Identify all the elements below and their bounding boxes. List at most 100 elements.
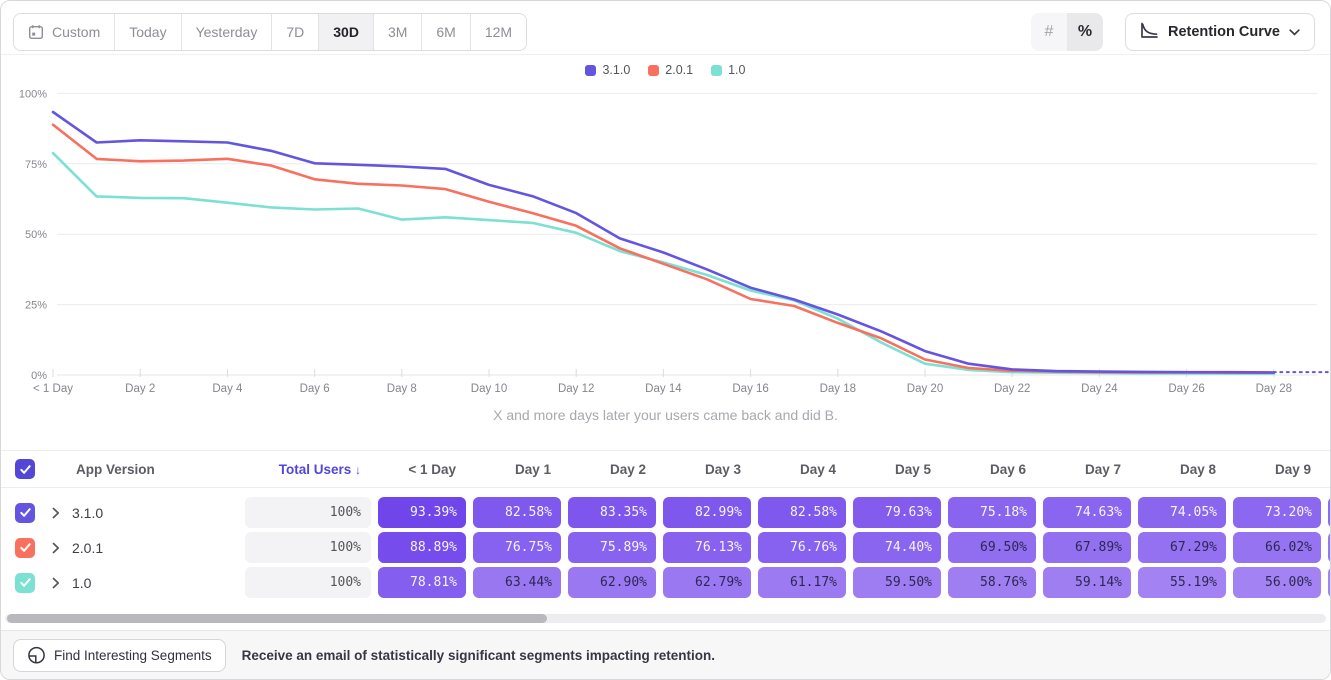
footer-message: Receive an email of statistically signif… (242, 648, 715, 663)
chart-type-label: Retention Curve (1168, 24, 1280, 40)
absolute-numbers-toggle[interactable]: # (1031, 13, 1067, 51)
date-range-label: Today (129, 24, 166, 40)
retention-cell[interactable]: 75.89% (568, 532, 656, 563)
x-axis-tick-label: Day 6 (300, 383, 330, 395)
chevron-down-icon (1289, 24, 1300, 40)
legend-swatch (711, 65, 722, 76)
chart-legend: 3.1.0 2.0.1 1.0 (1, 63, 1330, 77)
retention-cell[interactable]: 62.79% (663, 567, 751, 598)
retention-cell[interactable]: 58.76% (948, 567, 1036, 598)
retention-cell[interactable]: 69.50% (948, 532, 1036, 563)
calendar-icon (28, 24, 44, 40)
expand-row-chevron-icon[interactable] (52, 577, 60, 589)
retention-cell[interactable]: 76.75% (473, 532, 561, 563)
retention-cell[interactable]: 74.40% (853, 532, 941, 563)
retention-cell[interactable]: 63.44% (473, 567, 561, 598)
table-row-3.1.0: 3.1.0100%93.39%82.58%83.35%82.99%82.58%7… (1, 495, 1330, 530)
date-range-today[interactable]: Today (115, 14, 181, 50)
segments-button-label: Find Interesting Segments (54, 648, 212, 663)
series-line-3.1.0[interactable] (53, 112, 1274, 373)
retention-cell[interactable]: 59.50% (853, 567, 941, 598)
column-header-total-users[interactable]: Total Users ↓ (245, 462, 371, 477)
date-range-6m[interactable]: 6M (422, 14, 470, 50)
percentage-toggle[interactable]: % (1067, 13, 1103, 51)
retention-cell[interactable]: 82.58% (473, 497, 561, 528)
x-axis-tick-label: Day 4 (212, 383, 243, 395)
column-header-day: Day 1 (473, 462, 561, 477)
retention-cell[interactable]: 66.02% (1233, 532, 1321, 563)
y-axis-tick-label: 75% (25, 159, 47, 171)
legend-item-2.0.1[interactable]: 2.0.1 (648, 63, 693, 77)
column-header-day: Day 6 (948, 462, 1036, 477)
date-range-12m[interactable]: 12M (471, 14, 526, 50)
retention-cell[interactable]: 67.89% (1043, 532, 1131, 563)
x-axis-tick-label: Day 20 (907, 383, 943, 395)
y-axis-tick-label: 0% (31, 370, 47, 382)
total-users-cell: 100% (245, 532, 371, 563)
date-range-custom[interactable]: Custom (14, 14, 115, 50)
select-all-checkbox[interactable] (15, 459, 35, 479)
retention-cell[interactable]: 76.13% (663, 532, 751, 563)
retention-cell[interactable]: 93.39% (378, 497, 466, 528)
retention-cell[interactable]: 82.58% (758, 497, 846, 528)
retention-cell[interactable]: 83.35% (568, 497, 656, 528)
table-body: 3.1.0100%93.39%82.58%83.35%82.99%82.58%7… (1, 495, 1330, 600)
x-axis-tick-label: < 1 Day (33, 383, 73, 395)
date-range-30d[interactable]: 30D (319, 14, 374, 50)
date-range-label: 12M (485, 24, 512, 40)
date-range-label: 30D (333, 24, 359, 40)
date-range-3m[interactable]: 3M (374, 14, 422, 50)
retention-cell[interactable]: 74.05% (1138, 497, 1226, 528)
retention-cell[interactable]: 74.63% (1043, 497, 1131, 528)
expand-row-chevron-icon[interactable] (52, 507, 60, 519)
retention-cell[interactable]: 56.00% (1233, 567, 1321, 598)
column-header-day: Day 8 (1138, 462, 1226, 477)
x-axis-tick-label: Day 28 (1256, 383, 1292, 395)
app-version-label: 2.0.1 (72, 540, 103, 556)
total-users-label: Total Users (279, 462, 355, 477)
row-checkbox[interactable] (15, 503, 35, 523)
horizontal-scrollbar-track[interactable] (5, 614, 1326, 623)
legend-label: 1.0 (728, 63, 745, 77)
legend-item-3.1.0[interactable]: 3.1.0 (585, 63, 630, 77)
y-axis-tick-label: 50% (25, 229, 47, 241)
retention-cell[interactable]: 61.17% (758, 567, 846, 598)
retention-cell[interactable]: 88.89% (378, 532, 466, 563)
chart-canvas: 0%25%50%75%100%< 1 DayDay 2Day 4Day 6Day… (1, 55, 1331, 447)
toolbar: Custom Today Yesterday7D 30D 3M 6M 12M #% Rete… (1, 1, 1330, 55)
retention-cell[interactable]: 78.81% (378, 567, 466, 598)
segments-lamp-icon (27, 646, 46, 665)
x-axis-tick-label: Day 18 (820, 383, 856, 395)
legend-label: 2.0.1 (665, 63, 693, 77)
date-range-7d[interactable]: 7D (272, 14, 319, 50)
retention-cell[interactable]: 55.19% (1138, 567, 1226, 598)
find-interesting-segments-button[interactable]: Find Interesting Segments (13, 639, 226, 672)
retention-cell[interactable]: 82.99% (663, 497, 751, 528)
column-header-day: Day 4 (758, 462, 846, 477)
chart-type-dropdown[interactable]: Retention Curve (1125, 13, 1315, 51)
retention-cell[interactable]: 75.18% (948, 497, 1036, 528)
legend-item-1.0[interactable]: 1.0 (711, 63, 745, 77)
total-users-cell: 100% (245, 567, 371, 598)
retention-cell[interactable]: 67.29% (1138, 532, 1226, 563)
horizontal-scrollbar-thumb[interactable] (7, 614, 547, 623)
table-row-1.0: 1.0100%78.81%63.44%62.90%62.79%61.17%59.… (1, 565, 1330, 600)
date-range-yesterday[interactable]: Yesterday (182, 14, 273, 50)
expand-row-chevron-icon[interactable] (52, 542, 60, 554)
table-header: App VersionTotal Users ↓< 1 DayDay 1Day … (1, 450, 1330, 488)
date-range-label: 6M (436, 24, 455, 40)
row-checkbox[interactable] (15, 573, 35, 593)
date-range-label: 3M (388, 24, 407, 40)
retention-cell[interactable]: 76.76% (758, 532, 846, 563)
retention-cell[interactable]: 73.20% (1233, 497, 1321, 528)
x-axis-tick-label: Day 12 (558, 383, 594, 395)
date-range-selector: Custom Today Yesterday7D 30D 3M 6M 12M (13, 13, 527, 51)
retention-cell[interactable]: 62.90% (568, 567, 656, 598)
chart-caption: X and more days later your users came ba… (1, 407, 1330, 423)
retention-cell[interactable]: 79.63% (853, 497, 941, 528)
row-checkbox[interactable] (15, 538, 35, 558)
retention-cell[interactable]: 59.14% (1043, 567, 1131, 598)
series-line-2.0.1[interactable] (53, 125, 1274, 373)
sort-descending-icon: ↓ (355, 463, 361, 477)
legend-swatch (585, 65, 596, 76)
